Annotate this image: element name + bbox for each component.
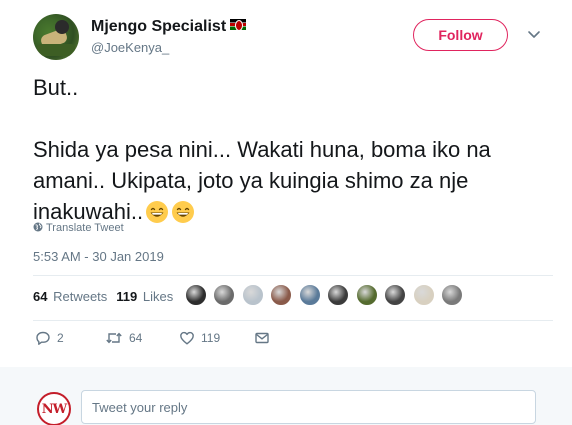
liker-avatar[interactable] <box>384 284 407 306</box>
author-handle[interactable]: @JoeKenya_ <box>91 40 169 55</box>
envelope-icon <box>255 332 269 344</box>
likes-stat[interactable]: 119 Likes <box>116 289 173 304</box>
tweet-stats: 64 Retweets 119 Likes <box>33 289 173 304</box>
nw-logo: NW <box>37 392 71 425</box>
tweet-timestamp[interactable]: 5:53 AM - 30 Jan 2019 <box>33 249 164 264</box>
likes-label[interactable]: Likes <box>143 289 173 304</box>
translate-tweet-link[interactable]: Translate Tweet <box>33 222 124 234</box>
liker-avatar[interactable] <box>412 284 435 306</box>
like-button[interactable]: 119 <box>179 330 220 348</box>
retweet-count[interactable]: 64 <box>129 331 142 345</box>
reply-bar: NW <box>0 367 572 425</box>
liker-avatar[interactable] <box>327 284 350 306</box>
grinning-face-emoji-icon <box>146 201 169 223</box>
chevron-down-icon[interactable] <box>526 28 542 42</box>
likers-avatars <box>185 284 465 308</box>
retweet-icon <box>106 332 122 344</box>
heart-icon <box>180 331 194 345</box>
liker-avatar[interactable] <box>241 284 264 306</box>
tweet-header: Mjengo Specialist @JoeKenya_ Follow <box>33 14 553 62</box>
liker-avatar[interactable] <box>270 284 293 306</box>
liker-avatar[interactable] <box>185 284 207 306</box>
liker-avatar[interactable] <box>355 284 378 306</box>
kenya-flag-icon <box>230 19 247 30</box>
tweet-spacer <box>33 103 553 134</box>
liker-avatar[interactable] <box>213 284 236 306</box>
likes-count[interactable]: 119 <box>116 289 137 304</box>
like-count[interactable]: 119 <box>201 331 220 345</box>
nw-logo-text: NW <box>41 402 67 417</box>
reply-icon <box>36 331 50 345</box>
author-avatar[interactable] <box>33 14 79 60</box>
author-name-text[interactable]: Mjengo Specialist <box>91 18 226 35</box>
retweets-stat[interactable]: 64 Retweets <box>33 289 107 304</box>
tweet-line-2: Shida ya pesa nini... Wakati huna, boma … <box>33 134 553 227</box>
liker-avatar[interactable] <box>298 284 321 306</box>
liker-avatar[interactable] <box>441 284 464 306</box>
tweet-text: But.. Shida ya pesa nini... Wakati huna,… <box>33 72 553 227</box>
retweets-count[interactable]: 64 <box>33 289 47 304</box>
tweet-actions: 2 64 119 <box>33 330 333 350</box>
author-name[interactable]: Mjengo Specialist <box>91 18 247 36</box>
tweet-line-1: But.. <box>33 75 79 100</box>
reply-input[interactable] <box>81 390 536 424</box>
reply-count[interactable]: 2 <box>57 331 64 345</box>
reply-button[interactable]: 2 <box>35 330 64 348</box>
translate-label[interactable]: Translate Tweet <box>46 222 124 234</box>
divider <box>33 275 553 276</box>
globe-icon <box>33 222 43 232</box>
direct-message-button[interactable] <box>254 330 270 348</box>
follow-button[interactable]: Follow <box>413 19 508 51</box>
divider <box>33 320 553 321</box>
retweet-button[interactable]: 64 <box>105 330 142 348</box>
grinning-face-emoji-icon <box>172 201 195 223</box>
retweets-label[interactable]: Retweets <box>53 289 107 304</box>
tweet-body: Shida ya pesa nini... Wakati huna, boma … <box>33 137 491 224</box>
